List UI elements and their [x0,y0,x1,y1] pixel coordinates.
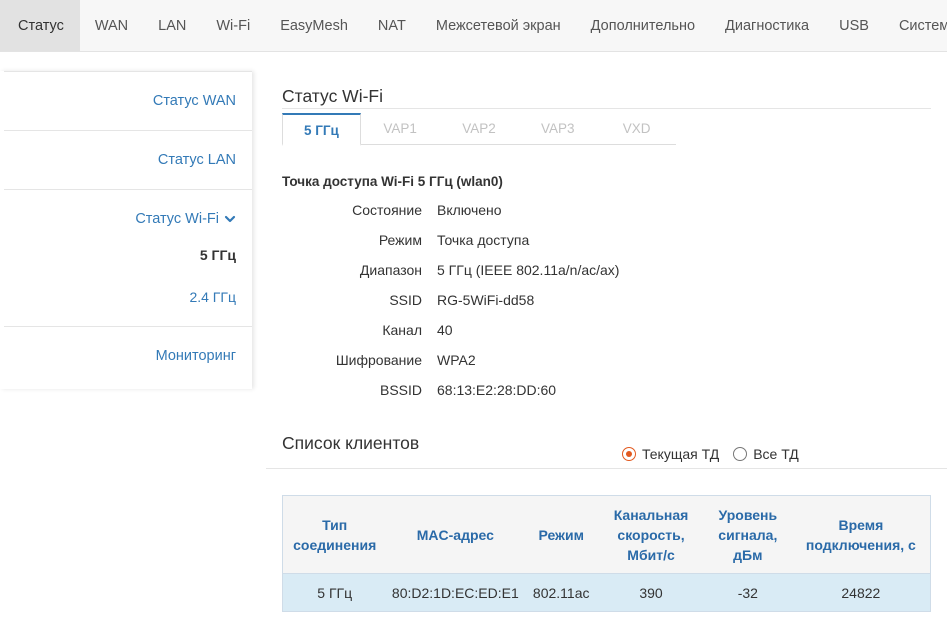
tab-vxd[interactable]: VXD [597,113,676,145]
column-header: Время подключения, с [791,495,931,574]
radio-unchecked-icon[interactable] [733,447,748,461]
sidebar-item-label: Мониторинг [155,348,236,364]
sidebar-subitem-label: 2.4 ГГц [189,289,236,305]
radio-all-ap[interactable]: Все ТД [733,446,799,462]
info-row-state: Состояние Включено [282,195,619,225]
sidebar: Статус WAN Статус LAN Статус Wi-Fi 5 ГГц… [0,71,252,389]
table-cell: 80:D2:1D:EC:ED:E1 [386,573,525,612]
info-row-ssid: SSID RG-5WiFi-dd58 [282,285,619,315]
nav-status[interactable]: Статус [0,0,80,51]
table-cell: 5 ГГц [282,573,387,612]
info-row-mode: Режим Точка доступа [282,225,619,255]
info-label: Режим [378,232,422,248]
table-cell: 802.11ac [524,573,599,612]
sidebar-subitem-24ghz[interactable]: 2.4 ГГц [0,276,252,318]
nav-firewall[interactable]: Межсетевой экран [421,0,576,51]
clients-divider [266,468,947,469]
info-value: 40 [437,322,453,338]
sidebar-item-wan-status[interactable]: Статус WAN [0,72,252,130]
sidebar-item-label: Статус WAN [152,93,236,109]
access-point-title: Точка доступа Wi-Fi 5 ГГц (wlan0) [282,174,503,189]
column-header: Режим [524,495,599,574]
info-value: 68:13:E2:28:DD:60 [437,382,557,398]
nav-usb[interactable]: USB [824,0,884,51]
column-header: MAC-адрес [386,495,525,574]
clients-title: Список клиентов [282,433,420,453]
info-value: WPA2 [437,352,476,368]
sidebar-item-monitoring[interactable]: Мониторинг [0,327,252,385]
radio-label: Текущая ТД [642,446,720,462]
nav-lan[interactable]: LAN [143,0,201,51]
radio-current-ap[interactable]: Текущая ТД [622,446,719,462]
table-row: 5 ГГц 80:D2:1D:EC:ED:E1 802.11ac 390 -32… [282,573,931,612]
info-row-channel: Канал 40 [282,315,619,345]
nav-advanced[interactable]: Дополнительно [576,0,710,51]
nav-nat[interactable]: NAT [363,0,421,51]
column-header: Уровень сигнала, дБм [703,495,792,574]
sidebar-item-lan-status[interactable]: Статус LAN [0,131,252,189]
info-value: 5 ГГц (IEEE 802.11a/n/ac/ax) [437,262,620,278]
info-value: Включено [437,202,502,218]
sidebar-subitem-5ghz[interactable]: 5 ГГц [0,234,252,276]
radio-checked-icon[interactable] [622,447,636,461]
tab-vap1[interactable]: VAP1 [361,113,440,145]
sidebar-subitem-label: 5 ГГц [199,247,236,263]
clients-table: Тип соединения MAC-адрес Режим Канальная… [282,495,931,612]
column-header: Тип соединения [282,495,387,574]
table-cell: -32 [703,573,792,612]
radio-label: Все ТД [753,446,799,462]
band-tabs: 5 ГГц VAP1 VAP2 VAP3 VXD [282,113,676,146]
title-divider [282,108,931,109]
nav-wifi[interactable]: Wi-Fi [201,0,265,51]
sidebar-item-label: Статус LAN [157,152,236,168]
info-row-band: Диапазон 5 ГГц (IEEE 802.11a/n/ac/ax) [282,255,620,285]
tab-vap2[interactable]: VAP2 [440,113,519,145]
info-value: Точка доступа [437,232,530,248]
tab-5ghz[interactable]: 5 ГГц [282,113,361,146]
info-value: RG-5WiFi-dd58 [437,292,535,308]
info-row-encryption: Шифрование WPA2 [282,345,619,375]
table-cell: 24822 [791,573,931,612]
info-label: Канал [382,322,422,338]
ap-info-table: Состояние Включено Режим Точка доступа Д… [282,195,620,405]
ap-filter-radios: Текущая ТД Все ТД [622,446,813,462]
chevron-down-icon [224,215,236,223]
table-cell: 390 [598,573,704,612]
nav-diagnostics[interactable]: Диагностика [710,0,824,51]
table-header-row: Тип соединения MAC-адрес Режим Канальная… [282,495,931,574]
page-title: Статус Wi-Fi [282,86,383,106]
column-header: Канальная скорость, Мбит/с [598,495,704,574]
info-label: BSSID [379,382,422,398]
sidebar-item-label: Статус Wi-Fi [135,211,219,227]
nav-system[interactable]: Система [884,0,947,51]
info-label: Диапазон [359,262,422,278]
nav-easymesh[interactable]: EasyMesh [265,0,363,51]
top-navigation: Статус WAN LAN Wi-Fi EasyMesh NAT Межсет… [0,0,947,52]
info-row-bssid: BSSID 68:13:E2:28:DD:60 [282,375,619,405]
nav-wan[interactable]: WAN [80,0,143,51]
info-label: SSID [389,292,422,308]
tab-vap3[interactable]: VAP3 [518,113,597,145]
info-label: Шифрование [335,352,422,368]
info-label: Состояние [352,202,422,218]
